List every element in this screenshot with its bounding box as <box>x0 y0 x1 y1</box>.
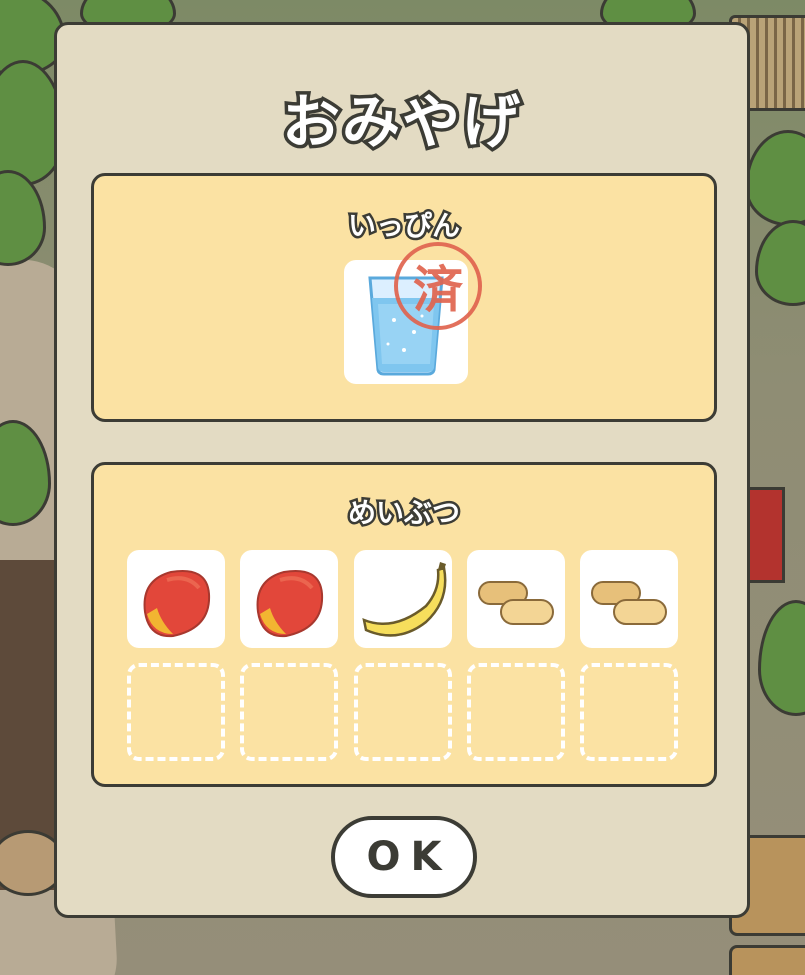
completed-stamp-icon: 済 <box>394 242 482 330</box>
dialog-title: おみやげ <box>278 85 523 160</box>
empty-slot <box>127 663 225 761</box>
cookie-icon <box>478 581 554 625</box>
cookie-icon <box>591 581 667 625</box>
empty-slot <box>580 663 678 761</box>
specialty-slot[interactable] <box>127 550 225 648</box>
ok-button[interactable]: OK <box>331 816 477 898</box>
special-item-panel: いっぴん 済 <box>91 173 717 422</box>
mango-icon <box>256 570 324 638</box>
specialty-slot[interactable] <box>354 550 452 648</box>
specialty-slot[interactable] <box>580 550 678 648</box>
local-specialty-panel: めいぶつ <box>91 462 717 787</box>
souvenir-dialog: おみやげ いっぴん 済 めいぶつ OK <box>54 22 750 918</box>
special-item-label: いっぴん <box>345 207 462 245</box>
empty-slot <box>467 663 565 761</box>
specialty-slot[interactable] <box>240 550 338 648</box>
mango-icon <box>143 570 211 638</box>
empty-slot <box>240 663 338 761</box>
banana-icon <box>362 562 447 637</box>
local-specialty-label: めいぶつ <box>345 494 462 532</box>
empty-slot <box>354 663 452 761</box>
specialty-slot[interactable] <box>467 550 565 648</box>
wooden-sign <box>729 945 805 975</box>
